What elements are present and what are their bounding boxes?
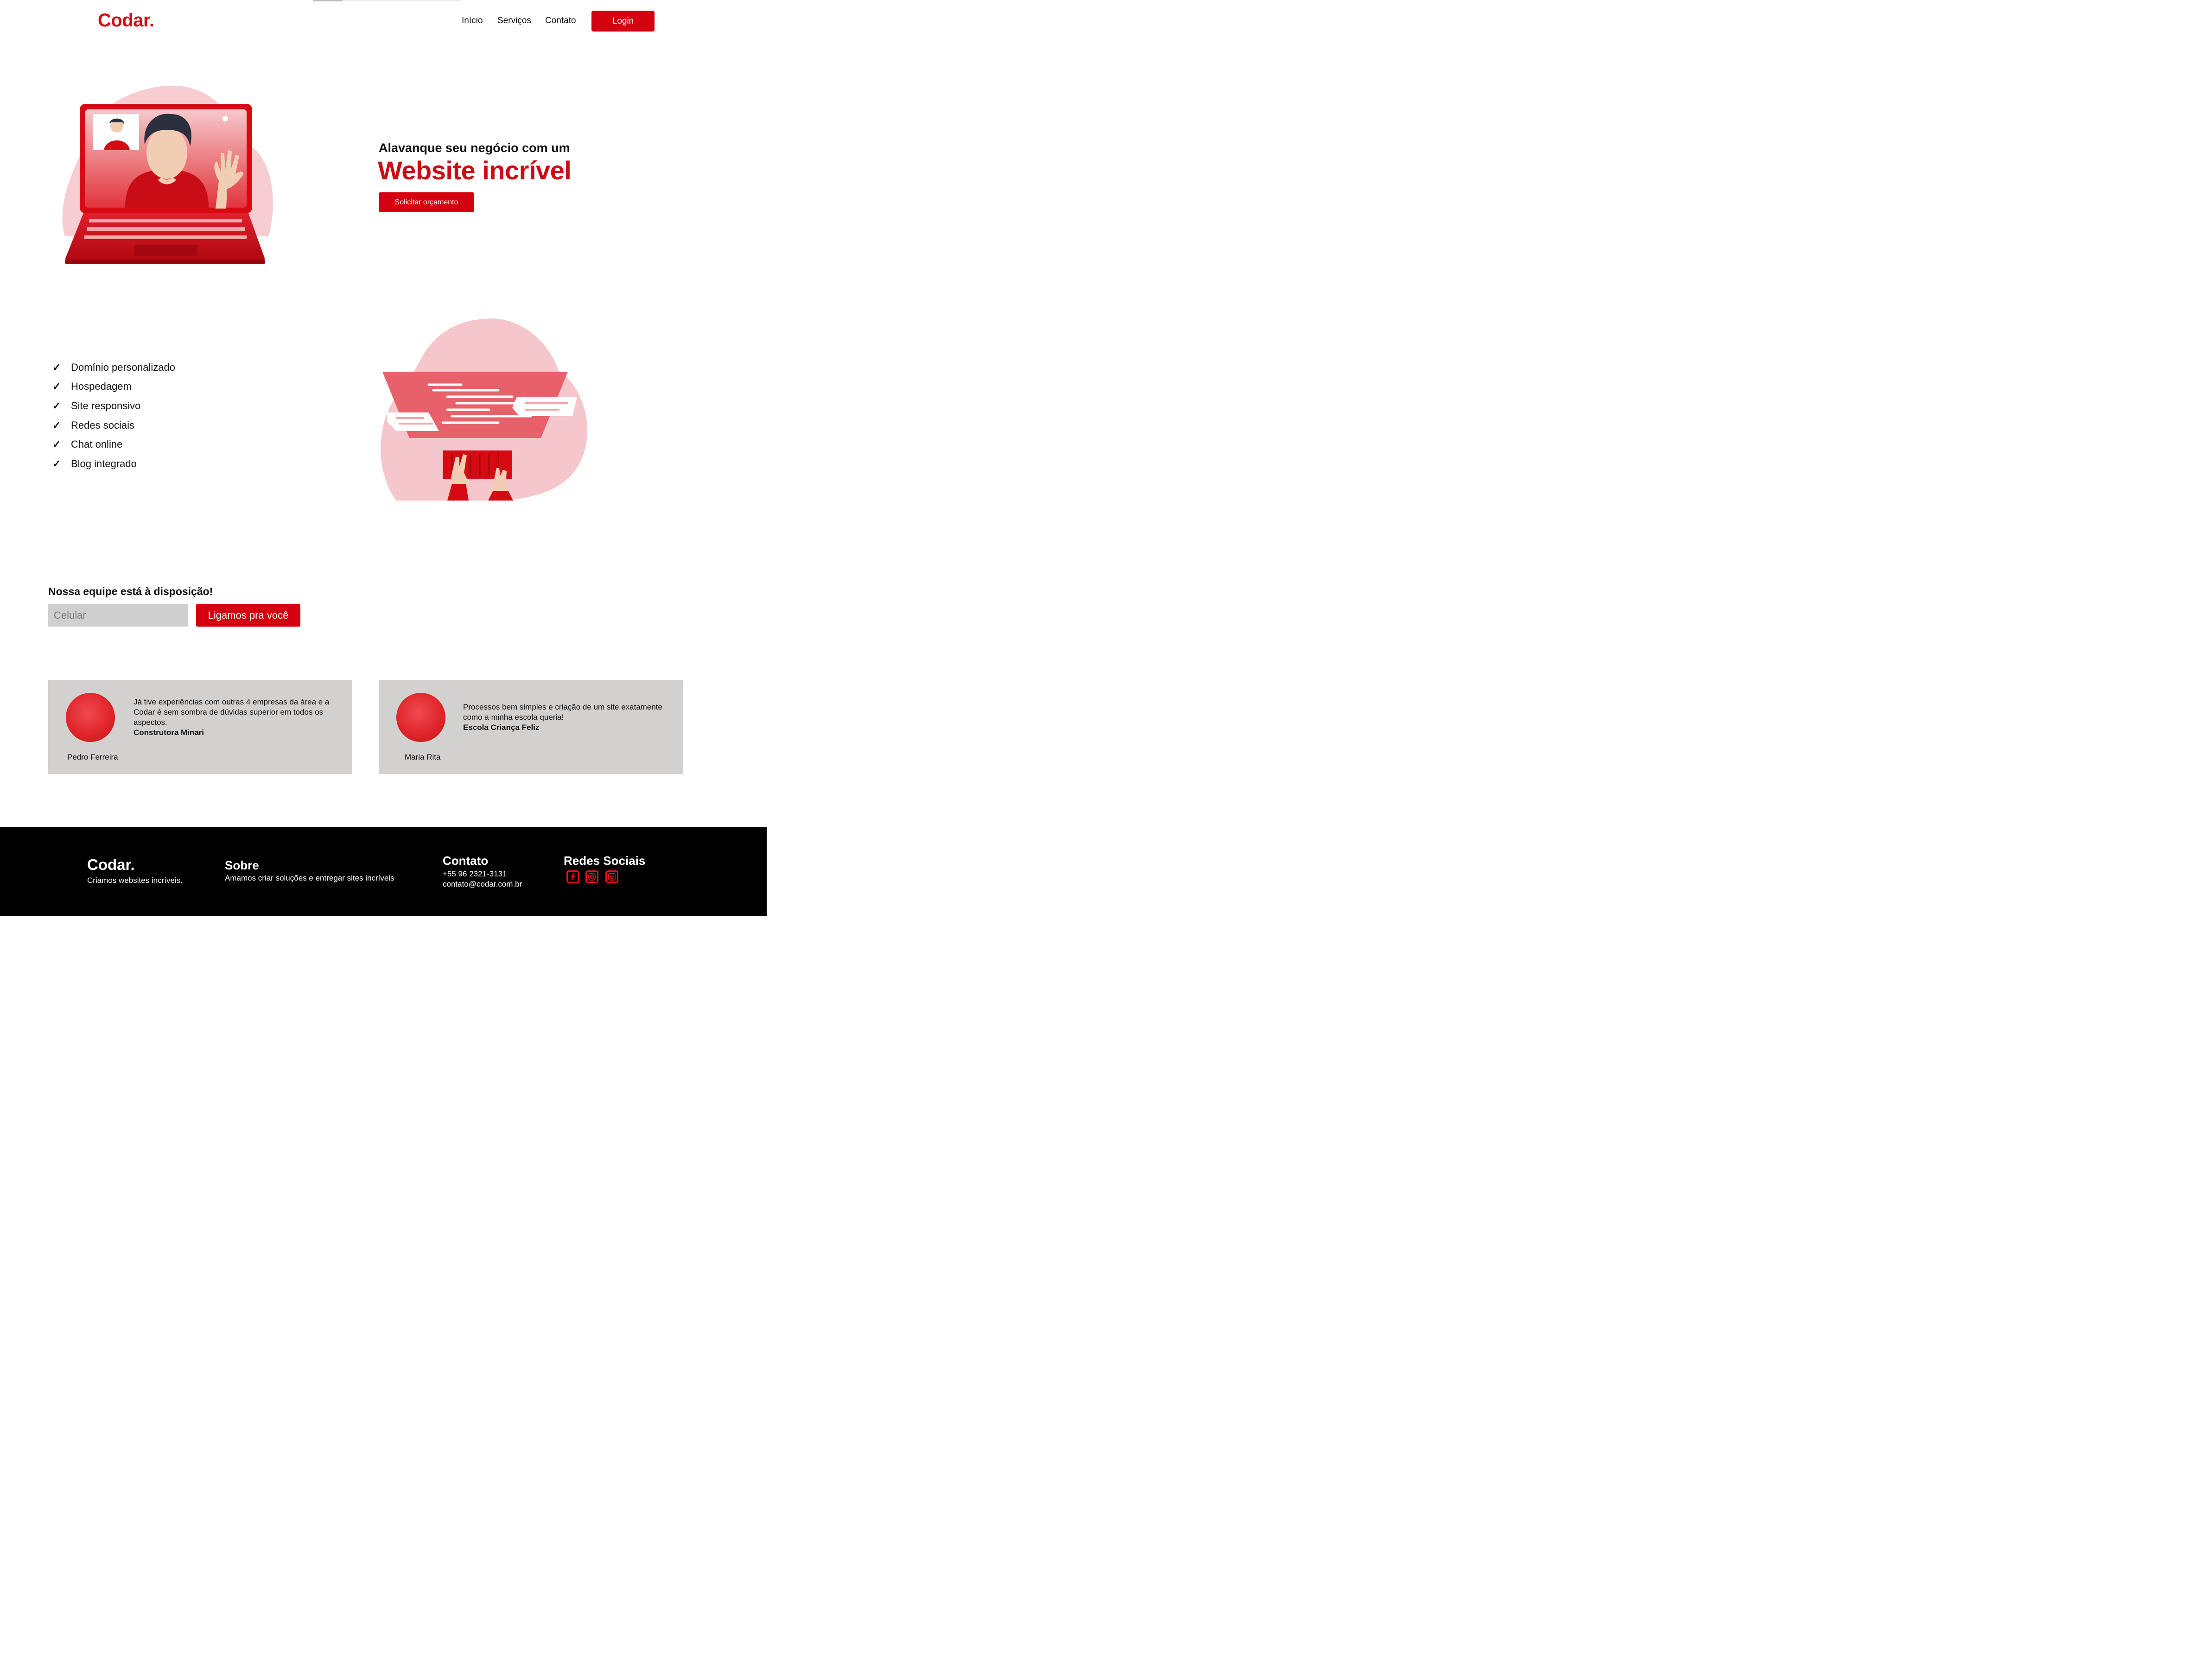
login-button[interactable]: Login <box>591 11 655 32</box>
testimonial-text: Processos bem simples e criação de um si… <box>463 702 667 733</box>
list-item: ✓ Blog integrado <box>52 454 175 474</box>
laptop-video-call-illustration <box>62 85 273 264</box>
footer: Codar. Criamos websites incríveis. Sobre… <box>0 827 767 916</box>
testimonial-author: Maria Rita <box>405 753 441 761</box>
nav-link-servicos[interactable]: Serviços <box>497 16 531 26</box>
footer-about-text: Amamos criar soluções e entregar sites i… <box>225 874 394 882</box>
check-icon: ✓ <box>52 380 61 393</box>
footer-tagline: Criamos websites incríveis. <box>87 876 183 885</box>
check-icon: ✓ <box>52 457 61 469</box>
testimonial-quote: Processos bem simples e criação de um si… <box>463 703 662 722</box>
footer-contact-title: Contato <box>443 854 489 868</box>
testimonial-company: Construtora Minari <box>133 728 204 737</box>
footer-logo[interactable]: Codar. <box>87 856 135 874</box>
testimonial-card: Já tive experiências com outras 4 empres… <box>48 680 352 774</box>
avatar <box>66 693 115 742</box>
testimonial-company: Escola Criança Feliz <box>463 723 540 732</box>
footer-email[interactable]: contato@codar.com.br <box>443 880 522 889</box>
feature-label: Chat online <box>71 438 123 450</box>
footer-phone[interactable]: +55 96 2321-3131 <box>443 869 507 879</box>
list-item: ✓ Chat online <box>52 435 175 454</box>
testimonial-card: Processos bem simples e criação de um si… <box>379 680 683 774</box>
feature-label: Hospedagem <box>71 380 132 393</box>
instagram-alt-icon[interactable] <box>605 870 618 883</box>
list-item: ✓ Site responsivo <box>52 396 175 416</box>
coding-illustration <box>381 318 587 501</box>
top-scroll-indicator[interactable] <box>313 0 461 1</box>
feature-label: Domínio personalizado <box>71 361 176 373</box>
check-icon: ✓ <box>52 438 61 450</box>
call-section-title: Nossa equipe está à disposição! <box>48 585 213 597</box>
nav-link-contato[interactable]: Contato <box>545 16 576 26</box>
feature-label: Redes sociais <box>71 419 134 431</box>
feature-label: Blog integrado <box>71 457 137 469</box>
testimonial-quote: Já tive experiências com outras 4 empres… <box>133 698 330 727</box>
facebook-icon[interactable] <box>566 870 579 883</box>
footer-social-title: Redes Sociais <box>564 854 646 868</box>
features-list: ✓ Domínio personalizado ✓ Hospedagem ✓ Site… <box>52 358 175 474</box>
instagram-icon[interactable] <box>585 870 598 883</box>
list-item: ✓ Redes sociais <box>52 416 175 435</box>
phone-input[interactable] <box>48 604 188 627</box>
testimonial-author: Pedro Ferreira <box>67 753 118 761</box>
logo[interactable]: Codar. <box>98 10 154 31</box>
testimonial-text: Já tive experiências com outras 4 empres… <box>133 697 337 738</box>
check-icon: ✓ <box>52 419 61 431</box>
hero-title: Website incrível <box>378 156 572 185</box>
avatar <box>396 693 445 742</box>
feature-label: Site responsivo <box>71 399 141 412</box>
list-item: ✓ Domínio personalizado <box>52 358 175 377</box>
nav-link-inicio[interactable]: Início <box>462 16 483 26</box>
scroll-thumb[interactable] <box>313 0 343 1</box>
list-item: ✓ Hospedagem <box>52 377 175 397</box>
check-icon: ✓ <box>52 399 61 412</box>
hero-subtitle: Alavanque seu negócio com um <box>379 141 570 155</box>
check-icon: ✓ <box>52 361 61 373</box>
request-quote-button[interactable]: Solicitar orçamento <box>379 192 474 212</box>
footer-about-title: Sobre <box>225 858 259 872</box>
call-me-button[interactable]: Ligamos pra você <box>196 604 300 627</box>
